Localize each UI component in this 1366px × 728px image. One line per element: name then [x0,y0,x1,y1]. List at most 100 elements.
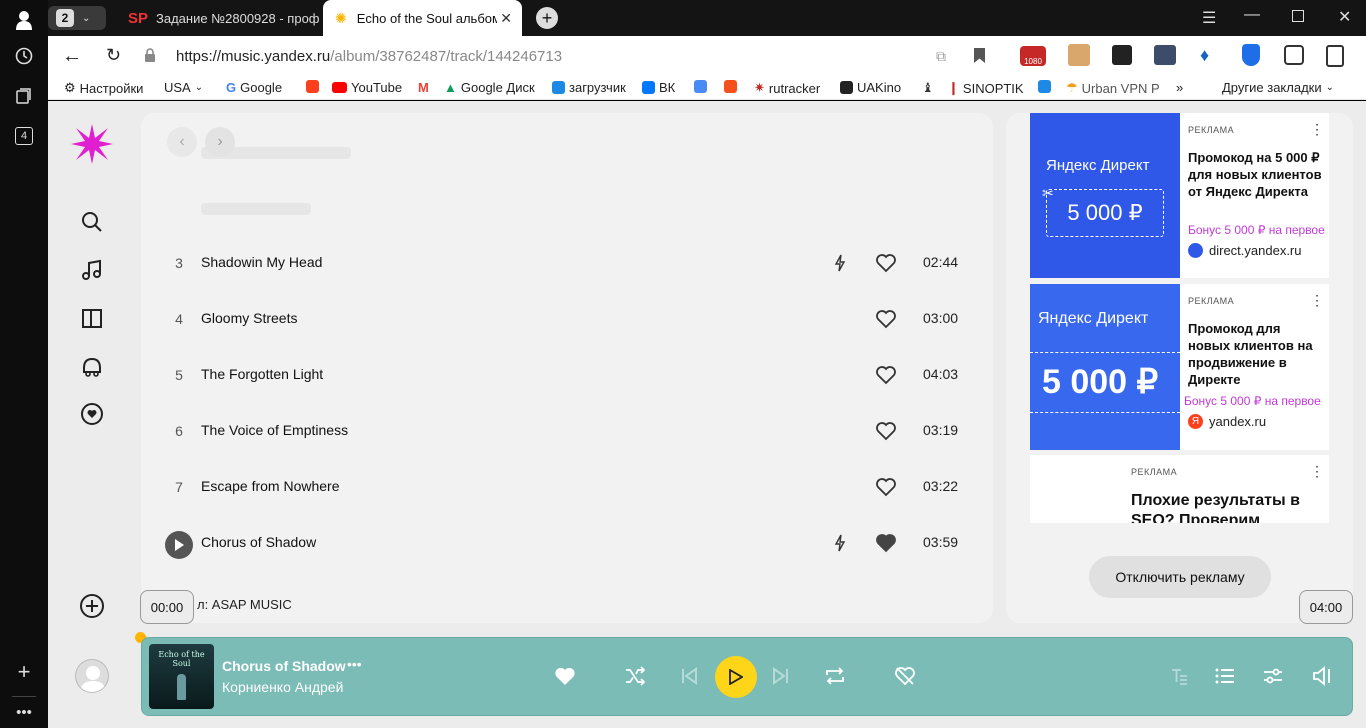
add-playlist-icon[interactable] [78,592,106,620]
extension-media-icon[interactable] [1154,45,1176,65]
new-tab-button[interactable]: + [536,7,558,29]
add-panel-icon[interactable]: + [12,659,36,684]
bookmark-settings[interactable]: ⚙ Настройки [64,80,143,96]
ad-card[interactable]: Яндекс Директ 5 000 ₽ РЕКЛАМА ⋮ Промокод… [1030,284,1329,450]
close-tab-icon[interactable]: ✕ [500,10,512,27]
track-row[interactable]: 3 Shadowin My Head 02:44 [141,237,993,293]
history-icon[interactable] [12,44,36,68]
yandex-music-logo[interactable] [70,122,114,166]
extension-face-icon[interactable] [1068,44,1090,66]
extension-puzzle-icon[interactable] [1284,45,1304,65]
avatar[interactable] [75,659,109,693]
ad-domain[interactable]: Я yandex.ru [1188,414,1266,429]
track-title[interactable]: Shadowin My Head [201,254,322,270]
track-row-playing[interactable]: Chorus of Shadow 03:59 [141,517,993,573]
ad-title[interactable]: Промокод на 5 000 ₽ для новых клиентов о… [1188,149,1326,200]
kids-icon[interactable] [78,352,106,380]
bookmark-urban-vpn[interactable]: ☂ Urban VPN P [1066,80,1160,96]
tab-task[interactable]: SP Задание №2800928 - проф [128,0,322,36]
restore-icon[interactable] [1292,10,1304,22]
track-title[interactable]: Chorus of Shadow [201,534,316,550]
more-dots-icon[interactable]: ••• [347,656,362,672]
more-vertical-icon[interactable]: ⋮ [1310,121,1324,138]
shuffle-button[interactable] [622,663,648,689]
bookmark-yandex[interactable] [306,80,319,93]
extension-diamond-icon[interactable]: ♦ [1200,45,1209,66]
collection-heart-icon[interactable] [78,400,106,428]
collections-icon[interactable] [12,84,36,108]
ad-domain[interactable]: direct.yandex.ru [1188,243,1302,258]
other-bookmarks-button[interactable]: Другие закладки ⌄ [1222,80,1334,95]
heart-icon[interactable] [875,252,897,274]
extension-shield-icon[interactable] [1242,44,1260,66]
books-icon[interactable] [78,304,106,332]
nav-forward-button[interactable]: › [205,127,235,157]
bookmark-rutracker[interactable]: ✷ rutracker [754,80,820,96]
heart-icon[interactable] [875,364,897,386]
heart-filled-icon[interactable] [875,532,897,554]
tab-group-switcher[interactable]: 2 ⌄ [48,6,106,30]
menu-icon[interactable]: ☰ [1202,8,1216,28]
bookmark-f[interactable] [724,80,737,93]
bookmark-youtube[interactable]: YouTube [332,80,402,95]
search-icon[interactable] [78,208,106,236]
track-row[interactable]: 7 Escape from Nowhere 03:22 [141,461,993,517]
track-title[interactable]: The Forgotten Light [201,366,323,382]
previous-button[interactable] [676,663,702,689]
track-title[interactable]: The Voice of Emptiness [201,422,348,438]
track-row[interactable]: 6 The Voice of Emptiness 03:19 [141,405,993,461]
ad-card[interactable]: РЕКЛАМА ⋮ Плохие результаты в SEO? Прове… [1030,455,1329,523]
lock-icon[interactable] [144,40,162,70]
profile-icon[interactable] [12,8,36,32]
heart-icon[interactable] [875,308,897,330]
bookmark-p[interactable] [1038,80,1051,93]
reload-icon[interactable]: ↻ [106,45,121,66]
bookmark-icon[interactable] [974,48,985,63]
play-track-button[interactable] [165,531,193,559]
next-button[interactable] [768,663,794,689]
minimize-icon[interactable]: — [1244,6,1260,24]
player-artist[interactable]: Корниенко Андрей [222,679,343,695]
music-note-icon[interactable] [78,256,106,284]
track-row[interactable]: 4 Gloomy Streets 03:00 [141,293,993,349]
close-window-icon[interactable]: ✕ [1338,7,1351,27]
play-button[interactable] [715,656,757,698]
url-field[interactable]: https://music.yandex.ru/album/38762487/t… [176,48,562,65]
bookmark-downloader[interactable]: загрузчик [552,80,626,95]
heart-icon[interactable] [875,476,897,498]
tab-echo-of-the-soul[interactable]: ✺ Echo of the Soul альбом ✕ [323,0,522,36]
bookmark-vk[interactable]: ВК [642,80,675,95]
track-title[interactable]: Gloomy Streets [201,310,297,326]
ad-title[interactable]: Плохие результаты в SEO? Проверим [1131,491,1311,523]
bookmark-sinoptik[interactable]: ❙ SINOPTIK [948,80,1024,96]
bookmark-figure[interactable]: ♝ [922,80,934,96]
bookmark-google-drive[interactable]: ▲ Google Диск [444,80,535,95]
more-dots-icon[interactable]: ••• [12,700,36,724]
workspace-counter[interactable]: 4 [12,124,36,148]
like-button[interactable] [552,663,578,689]
downloads-icon[interactable] [1326,45,1344,67]
bookmark-usa[interactable]: USA ⌄ [164,80,203,95]
ad-title[interactable]: Промокод для новых клиентов на продвижен… [1188,320,1326,388]
bookmark-google[interactable]: G Google [226,80,282,95]
more-bookmarks-button[interactable]: » [1176,80,1183,95]
track-title[interactable]: Escape from Nowhere [201,478,340,494]
disable-ads-button[interactable]: Отключить рекламу [1089,556,1271,598]
track-row[interactable]: 5 The Forgotten Light 04:03 [141,349,993,405]
back-icon[interactable]: ← [62,45,82,68]
settings-button[interactable] [1260,663,1286,689]
album-cover[interactable]: Echo of the Soul [149,644,214,709]
ad-card[interactable]: Яндекс Директ 5 000 ₽ ✂ РЕКЛАМА ⋮ Промок… [1030,113,1329,278]
bookmark-gmail[interactable]: M [418,80,429,95]
extension-counter-icon[interactable]: 1080 [1020,46,1046,66]
nav-back-button[interactable]: ‹ [167,127,197,157]
player-track-title[interactable]: Chorus of Shadow [222,658,346,674]
more-vertical-icon[interactable]: ⋮ [1310,292,1324,309]
bookmark-uakino[interactable]: UAKino [840,80,901,95]
lyrics-button[interactable] [1166,663,1192,689]
repeat-button[interactable] [822,663,848,689]
queue-button[interactable] [1212,663,1238,689]
heart-icon[interactable] [875,420,897,442]
bookmark-translate[interactable] [694,80,707,93]
more-vertical-icon[interactable]: ⋮ [1310,463,1324,480]
